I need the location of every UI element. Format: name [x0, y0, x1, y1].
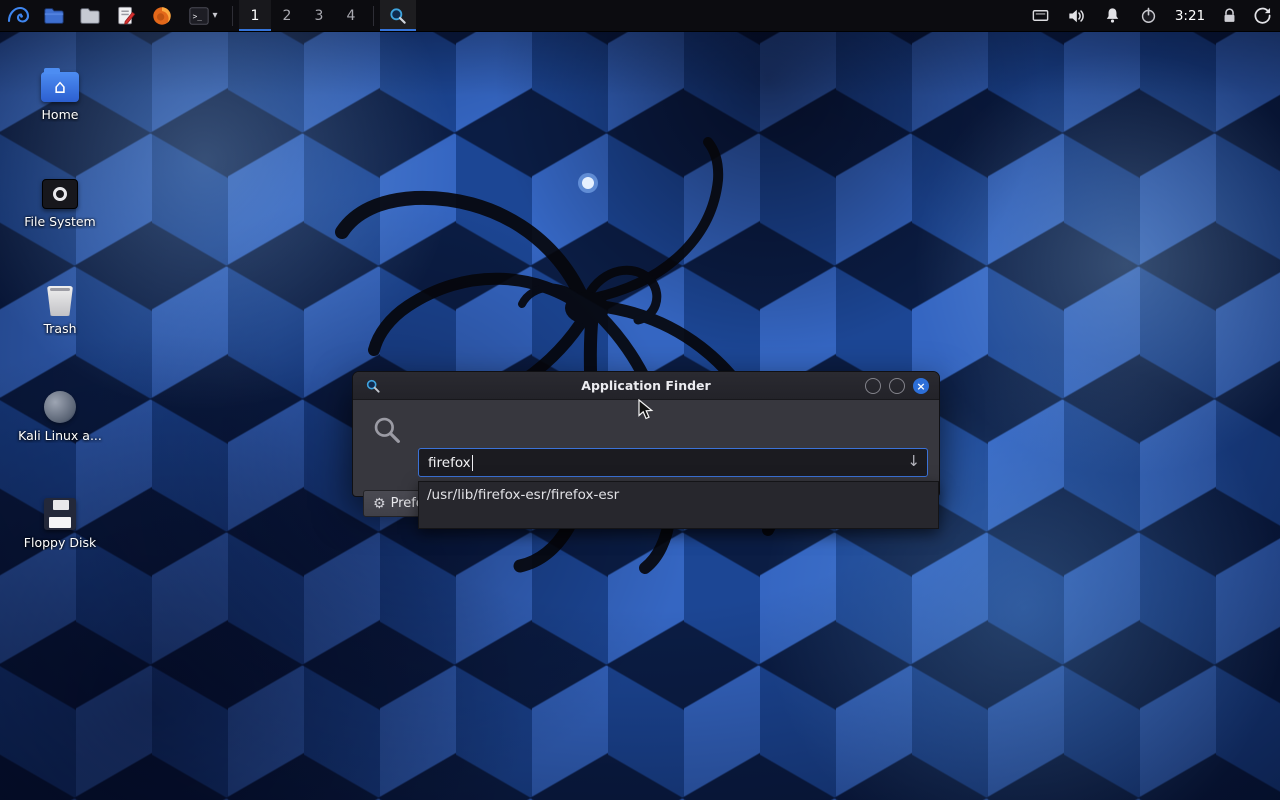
launcher-file-manager[interactable] [36, 0, 72, 31]
desktop-icon-label: File System [12, 214, 108, 229]
minimize-button[interactable] [865, 378, 881, 394]
padlock-icon [1221, 7, 1238, 24]
search-input[interactable]: firefox ↓ [418, 448, 928, 477]
kali-badge-icon [44, 391, 76, 423]
close-button[interactable]: × [913, 378, 929, 394]
gear-icon: ⚙ [373, 496, 386, 512]
display-tray-button[interactable] [1022, 0, 1058, 31]
app-finder-icon [388, 6, 408, 26]
terminal-icon: >_ [188, 5, 210, 27]
session-logout-icon [1253, 6, 1272, 25]
kali-logo-icon [6, 4, 30, 28]
notifications-tray-button[interactable] [1094, 0, 1130, 31]
trash-icon [47, 286, 73, 316]
window-titlebar[interactable]: Application Finder × [353, 372, 939, 400]
app-finder-taskbar-button[interactable] [380, 0, 416, 31]
text-caret [472, 455, 474, 471]
panel-separator [373, 6, 374, 26]
panel-left-group: >_ ▾ 1 2 3 4 [0, 0, 416, 31]
desktop-icon-label: Floppy Disk [12, 535, 108, 550]
maximize-button[interactable] [889, 378, 905, 394]
desktop-icon-home[interactable]: ⌂ Home [12, 58, 108, 122]
window-controls: × [865, 378, 929, 394]
panel-separator [232, 6, 233, 26]
applications-menu-button[interactable] [0, 0, 36, 31]
speaker-icon [1066, 6, 1086, 26]
launcher-text-editor[interactable] [108, 0, 144, 31]
search-input-value: firefox [428, 455, 471, 471]
terminal-prompt-glyph: >_ [193, 11, 203, 20]
desktop-icon-kali-docs[interactable]: Kali Linux a... [12, 379, 108, 443]
window-app-icon [365, 378, 381, 398]
workspace-button-3[interactable]: 3 [303, 0, 335, 31]
completion-item[interactable]: /usr/lib/firefox-esr/firefox-esr [419, 482, 938, 508]
workspace-button-2[interactable]: 2 [271, 0, 303, 31]
desktop-icon-label: Trash [12, 321, 108, 336]
lock-screen-button[interactable] [1214, 0, 1244, 31]
desktop-icon-label: Kali Linux a... [12, 428, 108, 443]
completion-popup: /usr/lib/firefox-esr/firefox-esr [418, 481, 939, 529]
folder-icon [43, 5, 65, 27]
home-folder-icon: ⌂ [41, 72, 79, 102]
terminal-dropdown-chevron-icon[interactable]: ▾ [212, 10, 217, 21]
power-manager-tray-button[interactable] [1130, 0, 1166, 31]
finder-body: firefox ↓ ⚙ Preferences /usr/lib/firefox… [353, 400, 939, 497]
window-title: Application Finder [581, 372, 710, 400]
bell-icon [1103, 6, 1122, 25]
drive-icon [42, 179, 78, 209]
launcher-firefox[interactable] [144, 0, 180, 31]
desktop-icon-floppy[interactable]: Floppy Disk [12, 486, 108, 550]
workspace-button-1[interactable]: 1 [239, 0, 271, 31]
workspace-button-4[interactable]: 4 [335, 0, 367, 31]
desktop-icon-file-system[interactable]: File System [12, 165, 108, 229]
desktop-icon-trash[interactable]: Trash [12, 272, 108, 336]
panel-clock[interactable]: 3:21 [1166, 8, 1214, 24]
search-icon [371, 414, 403, 450]
volume-tray-button[interactable] [1058, 0, 1094, 31]
launcher-files-archive[interactable] [72, 0, 108, 31]
power-manager-icon [1139, 6, 1158, 25]
text-editor-icon [115, 5, 137, 27]
firefox-icon [151, 5, 173, 27]
desktop-icon-label: Home [12, 107, 108, 122]
panel-right-group: 3:21 [1022, 0, 1280, 31]
application-finder-window: Application Finder × firefox ↓ ⚙ Prefere… [352, 371, 940, 497]
floppy-disk-icon [44, 498, 76, 530]
launcher-terminal[interactable]: >_ ▾ [180, 0, 226, 31]
display-icon [1031, 6, 1050, 25]
house-glyph: ⌂ [54, 78, 66, 97]
logout-button[interactable] [1244, 0, 1280, 31]
folder-gray-icon [79, 5, 101, 27]
close-icon: × [916, 381, 925, 392]
top-panel: >_ ▾ 1 2 3 4 [0, 0, 1280, 32]
dropdown-arrow-icon[interactable]: ↓ [907, 452, 920, 470]
